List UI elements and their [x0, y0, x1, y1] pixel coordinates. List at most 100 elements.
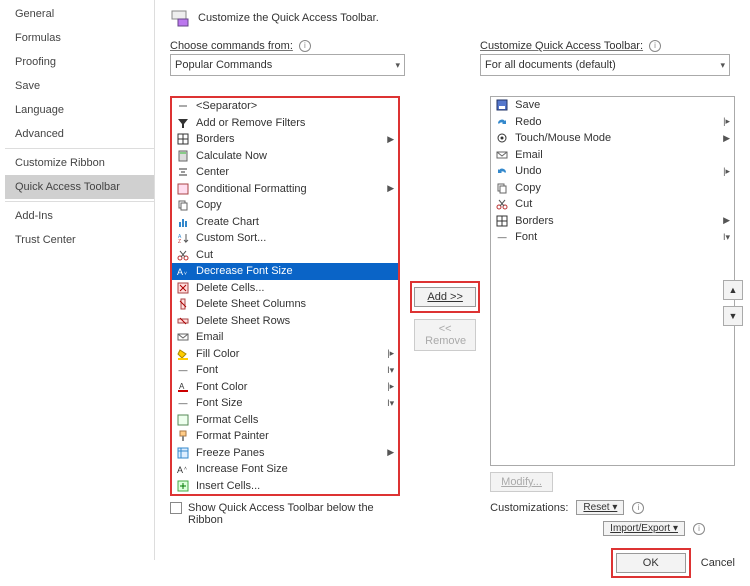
incfont-icon: A˄	[176, 462, 190, 476]
list-item[interactable]: Insert Cells...	[172, 478, 398, 495]
list-item[interactable]: Format Cells	[172, 412, 398, 429]
list-item[interactable]: Touch/Mouse Mode▶	[491, 130, 734, 147]
sidebar-item-formulas[interactable]: Formulas	[5, 26, 154, 50]
list-item-label: Email	[515, 149, 730, 161]
font-icon: —	[495, 230, 509, 244]
list-item[interactable]: Redo |▸	[491, 114, 734, 131]
sidebar-item-save[interactable]: Save	[5, 74, 154, 98]
page-header: Customize the Quick Access Toolbar.	[170, 8, 735, 28]
reorder-arrows: ▲ ▼	[723, 280, 745, 326]
sidebar-item-proofing[interactable]: Proofing	[5, 50, 154, 74]
list-item[interactable]: Email	[172, 329, 398, 346]
list-item-label: Email	[196, 331, 394, 343]
list-item-label: Font	[515, 231, 714, 243]
email-icon	[495, 148, 509, 162]
current-qat-list[interactable]: Save Redo |▸ Touch/Mouse Mode▶ Email Undo|▸Co…	[490, 96, 735, 466]
sidebar-item-advanced[interactable]: Advanced	[5, 122, 154, 146]
chart-icon	[176, 215, 190, 229]
add-button[interactable]: Add >>	[414, 287, 476, 307]
list-item[interactable]: Borders▶	[491, 213, 734, 230]
sidebar-item-quick-access[interactable]: Quick Access Toolbar	[5, 175, 154, 199]
list-item[interactable]: Create Chart	[172, 214, 398, 231]
cut-icon	[176, 248, 190, 262]
svg-text:A: A	[179, 382, 185, 391]
import-export-button[interactable]: Import/Export ▾	[603, 521, 685, 536]
fontcolor-icon: A	[176, 380, 190, 394]
list-item-label: Freeze Panes	[196, 447, 378, 459]
show-below-ribbon-checkbox[interactable]	[170, 502, 182, 514]
customize-qat-combo[interactable]: For all documents (default) ▾	[480, 54, 730, 76]
submenu-indicator: I▾	[384, 365, 394, 376]
sidebar-item-language[interactable]: Language	[5, 98, 154, 122]
list-item[interactable]: Save	[491, 97, 734, 114]
list-item[interactable]: <Separator>	[172, 98, 398, 115]
list-item-label: Cut	[196, 249, 394, 261]
list-item[interactable]: Copy	[491, 180, 734, 197]
fcells-icon	[176, 413, 190, 427]
submenu-indicator: |▸	[384, 348, 394, 359]
info-icon[interactable]: i	[632, 502, 644, 514]
sidebar-item-addins[interactable]: Add-Ins	[5, 204, 154, 228]
list-item[interactable]: Cut	[491, 196, 734, 213]
list-item[interactable]: Conditional Formatting▶	[172, 181, 398, 198]
painter-icon	[176, 429, 190, 443]
sidebar-item-customize-ribbon[interactable]: Customize Ribbon	[5, 151, 154, 175]
list-item-label: Touch/Mouse Mode	[515, 132, 714, 144]
info-icon[interactable]: i	[693, 523, 705, 535]
list-item[interactable]: Delete Cells...	[172, 280, 398, 297]
list-item[interactable]: A˄Increase Font Size	[172, 461, 398, 478]
list-item[interactable]: Calculate Now	[172, 148, 398, 165]
list-item[interactable]: —FontI▾	[491, 229, 734, 246]
list-item-label: Add or Remove Filters	[196, 117, 394, 129]
sidebar-item-general[interactable]: General	[5, 2, 154, 26]
info-icon[interactable]: i	[299, 40, 311, 52]
ok-button[interactable]: OK	[616, 553, 686, 573]
redo-icon	[495, 115, 509, 129]
list-item[interactable]: Add or Remove Filters	[172, 115, 398, 132]
fontsize-icon: —	[176, 396, 190, 410]
available-commands-list[interactable]: <Separator> Add or Remove Filters Borders▶…	[170, 96, 400, 496]
list-item-label: Font Size	[196, 397, 378, 409]
reset-button[interactable]: Reset ▾	[576, 500, 624, 515]
list-item[interactable]: Delete Sheet Rows	[172, 313, 398, 330]
list-item[interactable]: Cut	[172, 247, 398, 264]
list-item-label: Redo	[515, 116, 714, 128]
submenu-indicator: |▸	[720, 116, 730, 127]
list-item[interactable]: Center	[172, 164, 398, 181]
list-item[interactable]: Email	[491, 147, 734, 164]
list-item-label: Copy	[196, 199, 394, 211]
inscell-icon	[176, 479, 190, 493]
list-item-label: Font	[196, 364, 378, 376]
sidebar-item-trust-center[interactable]: Trust Center	[5, 228, 154, 252]
list-item[interactable]: Format Painter	[172, 428, 398, 445]
cut-icon	[495, 197, 509, 211]
list-item[interactable]: Borders▶	[172, 131, 398, 148]
list-item-label: Format Cells	[196, 414, 394, 426]
svg-text:˄: ˄	[184, 466, 187, 472]
svg-text:˅: ˅	[184, 271, 187, 277]
list-item[interactable]: AZCustom Sort...	[172, 230, 398, 247]
info-icon[interactable]: i	[649, 40, 661, 52]
list-item[interactable]: — Font Size I▾	[172, 395, 398, 412]
toolbar-icon	[170, 8, 190, 28]
submenu-indicator: |▸	[384, 381, 394, 392]
list-item[interactable]: A˅Decrease Font Size	[172, 263, 398, 280]
list-item[interactable]: Fill Color|▸	[172, 346, 398, 363]
move-up-button[interactable]: ▲	[723, 280, 743, 300]
list-item[interactable]: Copy	[172, 197, 398, 214]
delcell-icon	[176, 281, 190, 295]
list-item-label: Font Color	[196, 381, 378, 393]
list-item-label: Conditional Formatting	[196, 183, 378, 195]
remove-button: << Remove	[414, 319, 476, 351]
svg-text:A: A	[177, 267, 183, 277]
cancel-button[interactable]: Cancel	[701, 557, 735, 569]
list-item[interactable]: A Font Color |▸	[172, 379, 398, 396]
list-item[interactable]: Freeze Panes▶	[172, 445, 398, 462]
list-item[interactable]: —FontI▾	[172, 362, 398, 379]
move-down-button[interactable]: ▼	[723, 306, 743, 326]
list-item[interactable]: Delete Sheet Columns	[172, 296, 398, 313]
submenu-indicator: I▾	[384, 398, 394, 409]
list-item[interactable]: Undo|▸	[491, 163, 734, 180]
choose-commands-combo[interactable]: Popular Commands ▾	[170, 54, 405, 76]
email-icon	[176, 330, 190, 344]
